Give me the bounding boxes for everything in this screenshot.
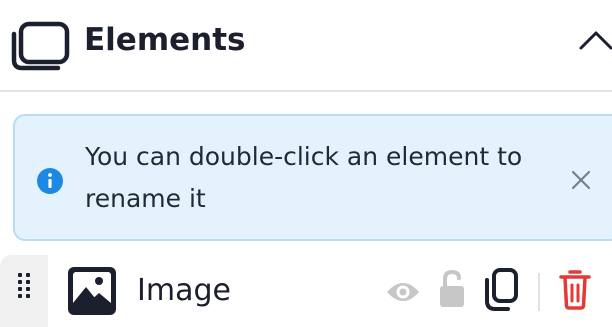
trash-icon[interactable] [558,267,592,311]
chevron-up-icon[interactable] [578,28,612,52]
layers-icon [11,21,70,71]
info-banner: You can double-click an element to renam… [13,114,612,241]
elements-panel: Elements You can double-click an element… [0,0,612,327]
image-icon [68,267,116,315]
lock-open-icon[interactable] [437,269,467,309]
actions-divider [538,273,540,311]
panel-title: Elements [84,22,246,58]
element-row[interactable]: Image [0,255,612,327]
element-name[interactable]: Image [137,271,231,311]
drag-handle-icon[interactable] [0,255,48,327]
panel-header: Elements [0,0,612,92]
eye-icon[interactable] [385,277,421,307]
info-message: You can double-click an element to renam… [85,142,523,213]
info-icon [37,168,63,194]
close-icon[interactable] [569,168,593,192]
copy-icon[interactable] [482,267,520,313]
